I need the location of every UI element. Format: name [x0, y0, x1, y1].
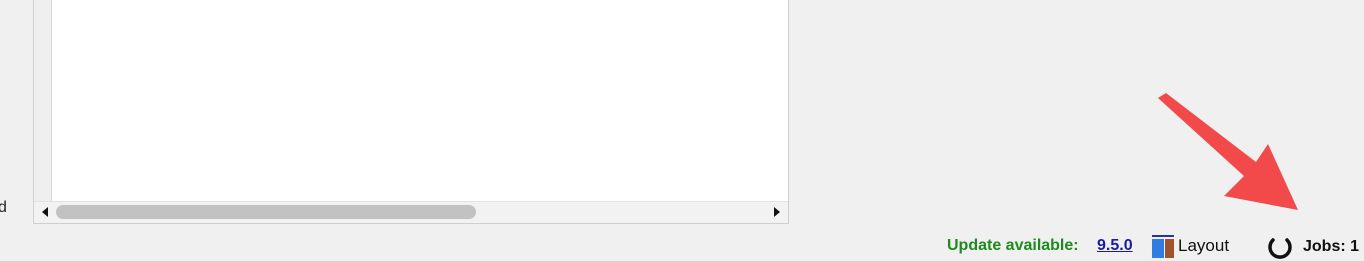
left-partial-label: d — [0, 199, 7, 216]
horizontal-scroll-thumb[interactable] — [56, 205, 476, 219]
spinner-icon — [1268, 238, 1292, 259]
layout-button[interactable]: Layout — [1151, 233, 1229, 259]
scroll-right-arrow-icon[interactable] — [774, 207, 780, 217]
red-arrow-pointer-icon — [1158, 93, 1298, 210]
layout-label: Layout — [1178, 236, 1230, 255]
scroll-left-arrow-icon[interactable] — [42, 207, 48, 217]
jobs-indicator[interactable]: Jobs: 1 — [1266, 234, 1359, 260]
update-version-link[interactable]: 9.5.0 — [1097, 237, 1133, 255]
status-bar: Update available: 9.5.0 Layout Jobs: 1 — [0, 232, 1364, 261]
panel-gutter — [34, 0, 52, 201]
layout-icon — [1152, 234, 1174, 258]
content-panel — [33, 0, 789, 224]
update-available-label: Update available: — [947, 237, 1079, 254]
jobs-count-label: Jobs: 1 — [1303, 238, 1360, 255]
panel-content-area — [52, 0, 788, 201]
horizontal-scrollbar[interactable] — [34, 201, 788, 223]
